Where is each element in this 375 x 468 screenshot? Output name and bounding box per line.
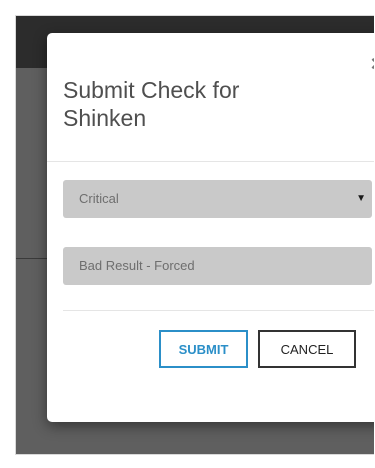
output-field-value: Bad Result - Forced [79, 258, 195, 273]
state-select[interactable]: Critical ▼ [63, 180, 372, 218]
backdrop-divider [16, 258, 47, 259]
output-field[interactable]: Bad Result - Forced [63, 247, 372, 285]
close-icon[interactable]: × [367, 53, 374, 77]
caret-down-icon: ▼ [356, 193, 366, 204]
submit-button[interactable]: SUBMIT [159, 330, 248, 368]
submit-check-modal: Submit Check for Shinken × Critical ▼ Ba… [47, 33, 374, 422]
state-select-value: Critical [79, 191, 119, 206]
app-frame: Submit Check for Shinken × Critical ▼ Ba… [15, 15, 374, 455]
modal-header: Submit Check for Shinken × [47, 33, 374, 162]
modal-title: Submit Check for Shinken [63, 77, 240, 131]
cancel-button[interactable]: CANCEL [258, 330, 356, 368]
footer-divider [63, 310, 374, 311]
